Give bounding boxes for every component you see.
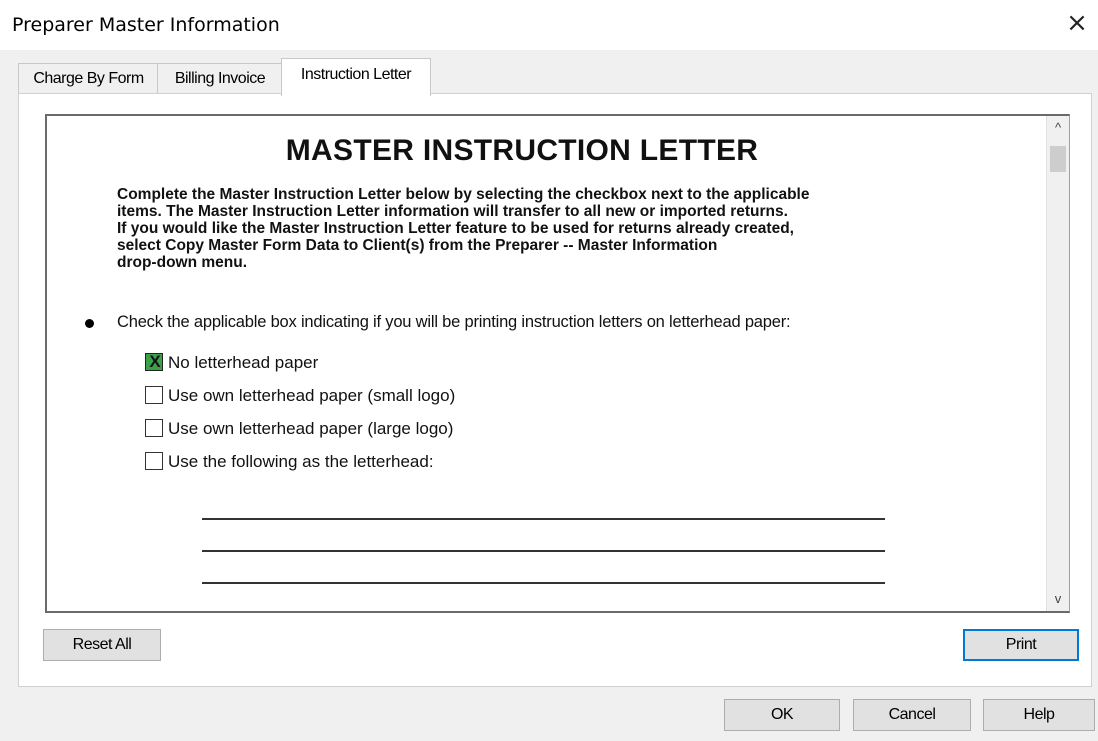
cancel-button[interactable]: Cancel [853, 699, 971, 731]
window-title: Preparer Master Information [12, 14, 280, 36]
letterhead-line-3[interactable] [202, 582, 885, 584]
bullet-icon [85, 319, 94, 328]
close-icon[interactable]: × [1062, 8, 1092, 38]
letter-document-view: MASTER INSTRUCTION LETTER Complete the M… [45, 114, 1070, 613]
checkbox-small-logo[interactable] [145, 386, 163, 404]
option-label: Use the following as the letterhead: [168, 452, 434, 471]
ok-button[interactable]: OK [724, 699, 840, 731]
tab-charge-by-form[interactable]: Charge By Form [18, 63, 159, 94]
option-label: Use own letterhead paper (large logo) [168, 419, 454, 438]
intro-line: items. The Master Instruction Letter inf… [117, 203, 788, 220]
print-button[interactable]: Print [963, 629, 1079, 661]
vertical-scrollbar[interactable]: ^ v [1046, 116, 1069, 611]
checkbox-large-logo[interactable] [145, 419, 163, 437]
tab-instruction-letter[interactable]: Instruction Letter [281, 58, 431, 96]
intro-line: Complete the Master Instruction Letter b… [117, 186, 810, 203]
intro-line: drop-down menu. [117, 254, 248, 271]
scroll-thumb[interactable] [1050, 146, 1066, 172]
title-bar: Preparer Master Information × [0, 0, 1098, 50]
help-button[interactable]: Help [983, 699, 1095, 731]
letter-intro: Complete the Master Instruction Letter b… [117, 186, 977, 271]
option-label: No letterhead paper [168, 353, 319, 372]
intro-line: If you would like the Master Instruction… [117, 220, 794, 237]
tab-billing-invoice[interactable]: Billing Invoice [157, 63, 283, 94]
letter-heading: MASTER INSTRUCTION LETTER [285, 134, 759, 167]
scroll-up-icon[interactable]: ^ [1047, 116, 1069, 140]
letterhead-question: Check the applicable box indicating if y… [117, 313, 791, 331]
intro-line: select Copy Master Form Data to Client(s… [117, 237, 718, 254]
checkbox-no-letterhead[interactable]: X [145, 352, 163, 371]
option-label: Use own letterhead paper (small logo) [168, 386, 456, 405]
letterhead-line-2[interactable] [202, 550, 885, 552]
letterhead-line-1[interactable] [202, 518, 885, 520]
reset-all-button[interactable]: Reset All [43, 629, 161, 661]
preparer-master-dialog: Preparer Master Information × Charge By … [0, 0, 1098, 741]
instruction-letter-panel: MASTER INSTRUCTION LETTER Complete the M… [18, 93, 1092, 687]
checkbox-custom-letterhead[interactable] [145, 452, 163, 470]
check-x-icon: X [149, 352, 161, 371]
scroll-down-icon[interactable]: v [1047, 587, 1069, 611]
